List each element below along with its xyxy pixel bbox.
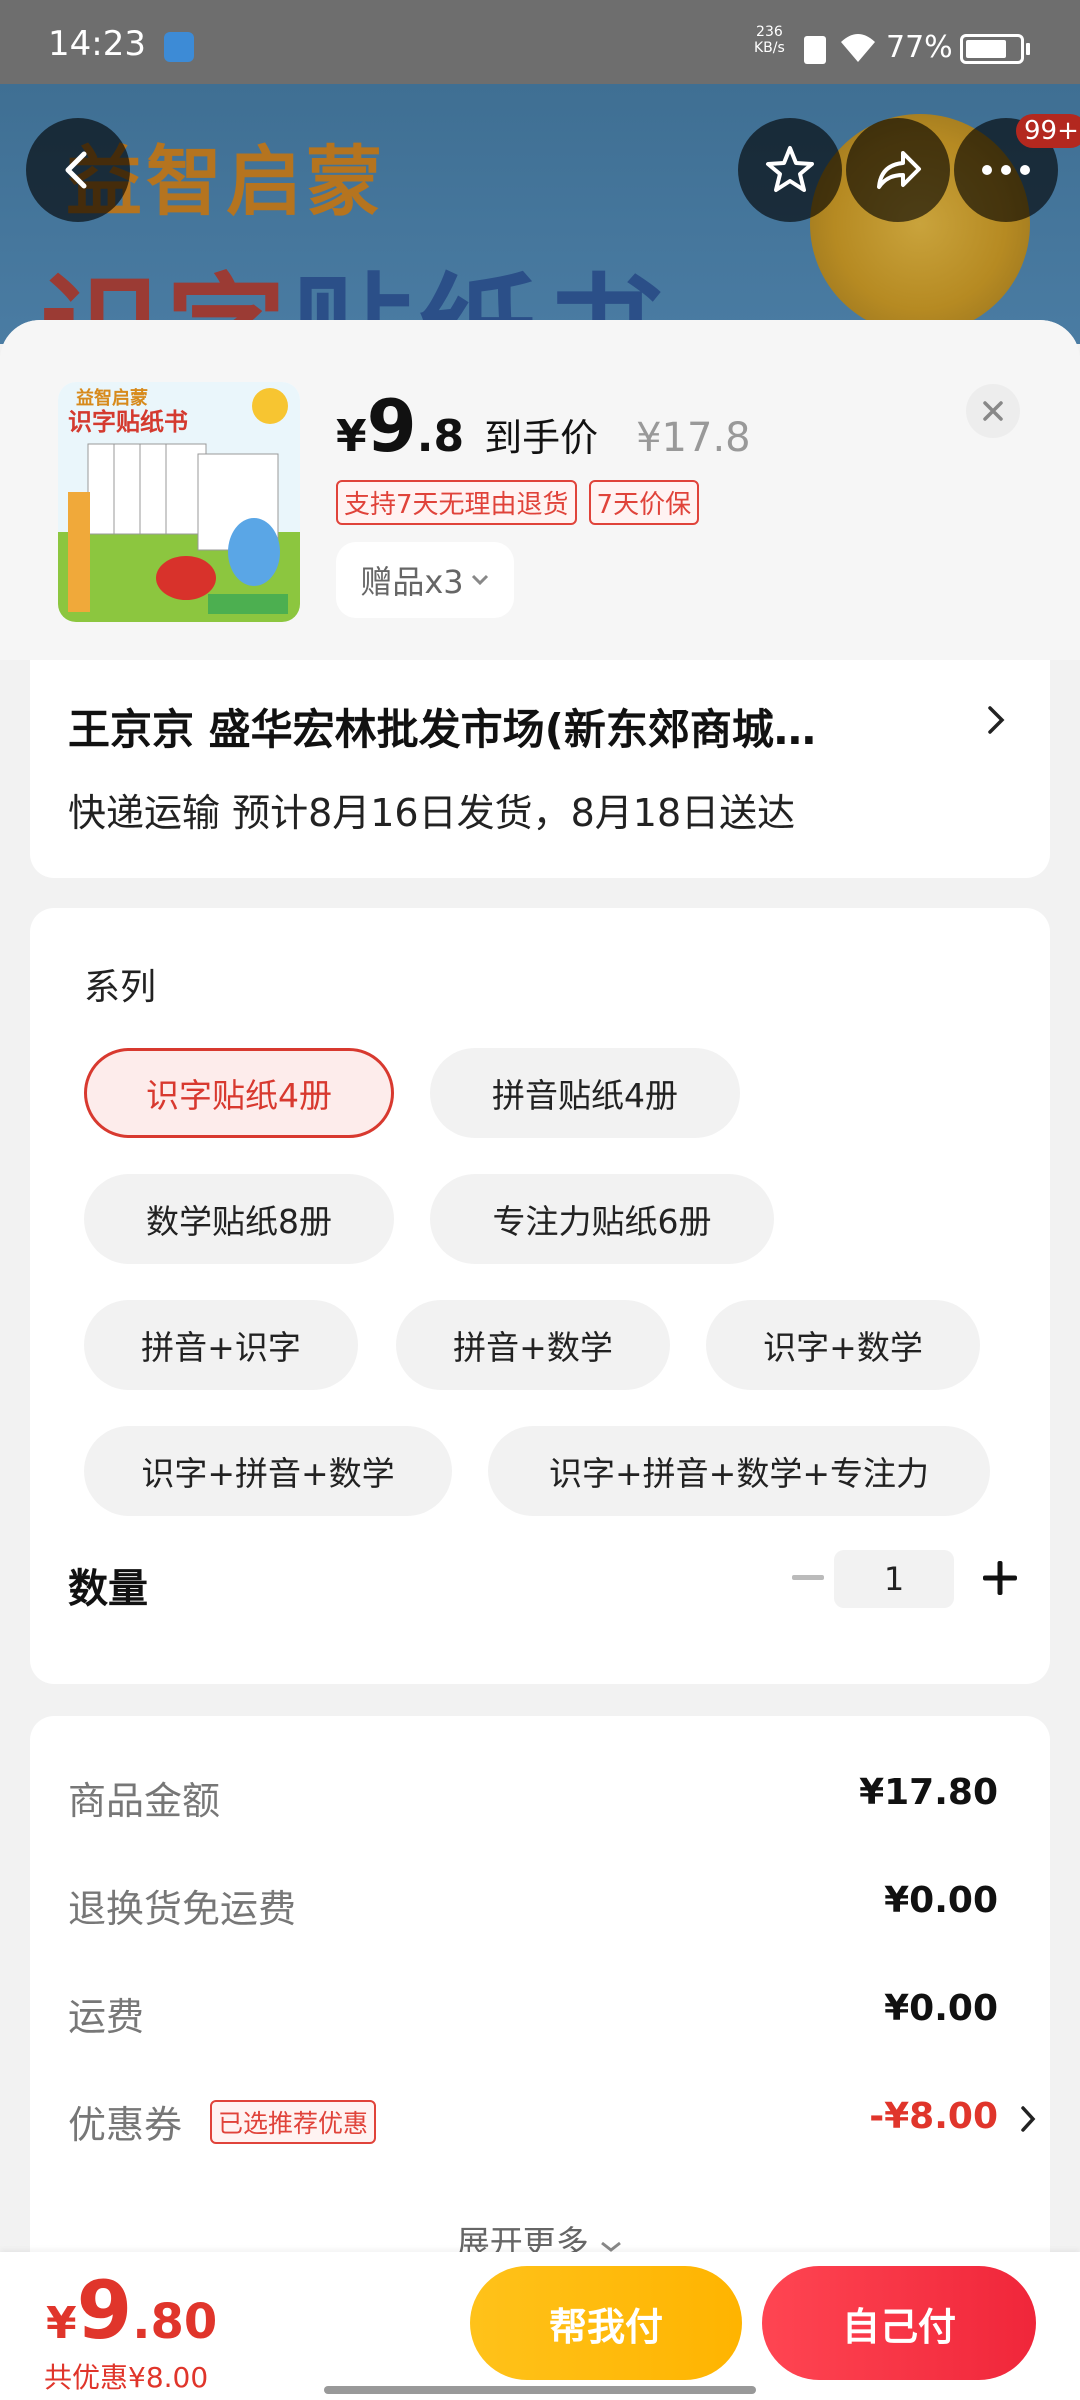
battery-percent: 77%	[886, 30, 953, 65]
minus-icon	[792, 1575, 824, 1580]
gift-label: 赠品x3	[360, 563, 464, 601]
thumbnail-top-text: 益智启蒙	[76, 387, 148, 409]
service-tags: 支持7天无理由退货 7天价保	[336, 480, 700, 525]
spec-card: 系列 识字贴纸4册 拼音贴纸4册 数学贴纸8册 专注力贴纸6册 拼音+识字 拼音…	[30, 908, 1050, 1684]
price-decimal: .8	[416, 411, 465, 462]
shipping-fee-value: ¥0.00	[884, 1988, 998, 2029]
address-line: 王京京 盛华宏林批发市场(新东郊商城…	[68, 705, 816, 754]
product-thumbnail: 益智启蒙 识字贴纸书	[58, 382, 300, 622]
option-chip[interactable]: 识字+拼音+数学+专注力	[488, 1426, 990, 1516]
battery-tip	[1026, 43, 1030, 55]
close-button[interactable]	[966, 384, 1020, 438]
more-badge: 99+	[1016, 114, 1080, 148]
home-indicator	[324, 2386, 756, 2394]
status-time: 14:23	[48, 24, 146, 64]
coupon-recommended-tag: 已选推荐优惠	[210, 2100, 377, 2144]
total-saved: 共优惠¥8.00	[44, 2361, 209, 2394]
close-icon	[983, 401, 1003, 421]
wifi-icon	[838, 30, 878, 68]
status-bar: 14:23 236 KB/s 77%	[0, 0, 1080, 84]
pay-myself-button[interactable]: 自己付	[762, 2266, 1036, 2380]
option-chip[interactable]: 专注力贴纸6册	[430, 1174, 774, 1264]
favorite-button[interactable]	[738, 118, 842, 222]
goods-amount-row: 商品金额 ¥17.80	[68, 1770, 1008, 1830]
no-sim-icon	[804, 36, 826, 64]
more-dots-icon	[982, 165, 1030, 175]
quantity-decrease-button[interactable]	[778, 1548, 838, 1608]
return-policy-tag: 支持7天无理由退货	[336, 480, 577, 525]
star-icon	[766, 146, 814, 192]
coupon-value: -¥8.00	[869, 2096, 998, 2137]
shipping-fee-label: 运费	[68, 1995, 145, 2039]
option-chip[interactable]: 拼音贴纸4册	[430, 1048, 740, 1138]
total-integer: 9	[76, 2264, 133, 2357]
total-decimal: .80	[132, 2294, 218, 2350]
price-row: ¥ 9 .8 到手价 ¥17.8	[336, 384, 751, 468]
goods-amount-label: 商品金额	[68, 1779, 221, 1823]
option-chip[interactable]: 拼音+数学	[396, 1300, 670, 1390]
option-chip[interactable]: 识字+拼音+数学	[84, 1426, 452, 1516]
gift-button[interactable]: 赠品x3	[336, 542, 514, 618]
total-price: ¥ 9 .80	[46, 2264, 217, 2357]
goods-amount-value: ¥17.80	[859, 1772, 998, 1813]
back-button[interactable]	[26, 118, 130, 222]
plus-icon	[983, 1561, 1017, 1595]
option-chip[interactable]: 拼音+识字	[84, 1300, 358, 1390]
option-chip[interactable]: 数学贴纸8册	[84, 1174, 394, 1264]
thumbnail-title: 识字贴纸书	[68, 408, 188, 436]
address-card[interactable]: 王京京 盛华宏林批发市场(新东郊商城… 快递运输 预计8月16日发货，8月18日…	[30, 660, 1050, 878]
chevron-right-icon	[984, 700, 1008, 744]
price-protect-tag: 7天价保	[588, 480, 700, 525]
price-label: 到手价	[484, 416, 599, 460]
checkout-bar: ¥ 9 .80 共优惠¥8.00 帮我付 自己付	[0, 2252, 1080, 2400]
coupon-row[interactable]: 优惠券 已选推荐优惠 -¥8.00	[68, 2094, 1036, 2154]
coupon-label: 优惠券	[68, 2103, 183, 2147]
return-shipping-value: ¥0.00	[884, 1880, 998, 1921]
quantity-label: 数量	[68, 1566, 148, 1612]
price-currency: ¥	[336, 411, 367, 462]
option-chip[interactable]: 识字+数学	[706, 1300, 980, 1390]
original-price: ¥17.8	[636, 415, 751, 461]
purchase-sheet: 益智启蒙 识字贴纸书 ¥ 9 .8 到手价 ¥17.8 支持7天无理由退货 7天…	[0, 320, 1080, 2400]
product-summary: 益智启蒙 识字贴纸书 ¥ 9 .8 到手价 ¥17.8 支持7天无理由退货 7天…	[0, 320, 1080, 660]
help-me-pay-button[interactable]: 帮我付	[470, 2266, 742, 2380]
battery-icon	[960, 34, 1024, 64]
network-speed-unit: KB/s	[754, 40, 785, 56]
total-currency: ¥	[46, 2298, 77, 2349]
return-shipping-row: 退换货免运费 ¥0.00	[68, 1878, 1008, 1938]
option-chip-selected[interactable]: 识字贴纸4册	[84, 1048, 394, 1138]
quantity-increase-button[interactable]	[970, 1548, 1030, 1608]
series-title: 系列	[84, 967, 157, 1008]
return-shipping-label: 退换货免运费	[68, 1887, 297, 1931]
price-integer: 9	[366, 384, 417, 468]
shipping-estimate: 快递运输 预计8月16日发货，8月18日送达	[68, 791, 796, 835]
share-button[interactable]	[846, 118, 950, 222]
chevron-right-icon	[1018, 2102, 1038, 2140]
quantity-value[interactable]: 1	[834, 1550, 954, 1608]
chevron-down-icon	[471, 574, 488, 586]
network-speed-value: 236	[756, 24, 783, 40]
share-icon	[877, 151, 921, 189]
network-speed: 236 KB/s	[754, 24, 785, 56]
app-notification-icon	[164, 32, 194, 62]
back-arrow-icon	[65, 151, 87, 189]
shipping-fee-row: 运费 ¥0.00	[68, 1986, 1008, 2046]
